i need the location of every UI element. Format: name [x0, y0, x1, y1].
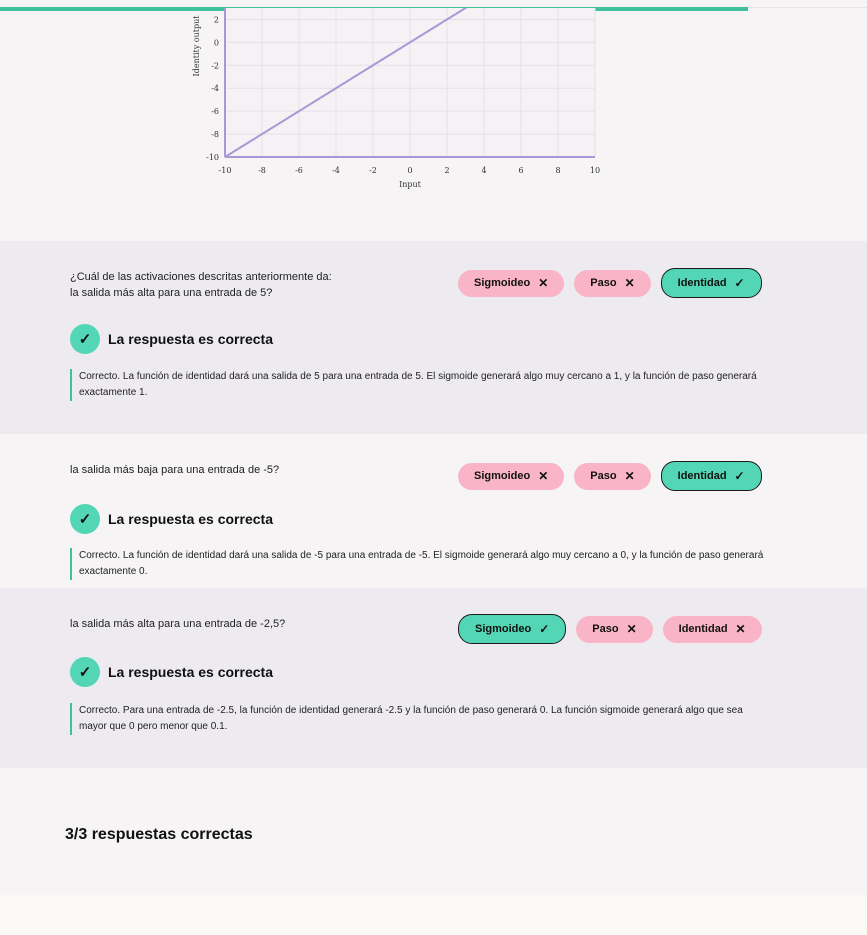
- option-label: Identidad: [678, 623, 728, 635]
- result-banner: ✓ La respuesta es correcta: [70, 504, 273, 534]
- question-line: ¿Cuál de las activaciones descritas ante…: [70, 271, 332, 283]
- question-prompt: la salida más alta para una entrada de -…: [70, 616, 285, 632]
- result-banner: ✓ La respuesta es correcta: [70, 657, 273, 687]
- x-tick-label: -8: [258, 166, 266, 175]
- question-prompt: la salida más baja para una entrada de -…: [70, 462, 279, 478]
- answer-options: Sigmoideo ✓ Paso ✕ Identidad ✕: [458, 614, 762, 644]
- option-sigmoideo[interactable]: Sigmoideo ✕: [458, 462, 565, 490]
- option-paso[interactable]: Paso ✕: [574, 462, 651, 490]
- x-tick-label: -6: [295, 166, 303, 175]
- x-tick-label: 6: [518, 166, 523, 175]
- result-text: La respuesta es correcta: [108, 664, 273, 680]
- identity-chart: -10 -8 -6 -4 -2 0 2 4 6 8 10 2 0 -2 -4 -6 -8 -10 Input Iden…: [192, 8, 600, 189]
- x-tick-label: -4: [332, 166, 340, 175]
- result-text: La respuesta es correcta: [108, 511, 273, 527]
- close-icon: ✕: [538, 276, 549, 290]
- close-icon: ✕: [624, 469, 635, 483]
- question-line: la salida más baja para una entrada de -…: [70, 464, 280, 476]
- x-tick-label: 4: [481, 166, 486, 175]
- check-circle-icon: ✓: [70, 504, 100, 534]
- option-paso[interactable]: Paso ✕: [574, 269, 651, 297]
- question-line: la salida más alta para una entrada de 5…: [70, 287, 273, 299]
- explanation: Correcto. La función de identidad dará u…: [70, 548, 769, 580]
- question-section-1: ¿Cuál de las activaciones descritas ante…: [0, 241, 867, 434]
- close-icon: ✕: [624, 276, 635, 290]
- y-tick-label: -2: [211, 61, 219, 70]
- question-section-2: la salida más baja para una entrada de -…: [0, 434, 867, 588]
- y-tick-label: 2: [214, 15, 219, 24]
- x-axis-label: Input: [399, 180, 422, 189]
- option-identidad[interactable]: Identidad ✓: [660, 461, 762, 491]
- y-tick-label: -6: [211, 107, 219, 116]
- x-tick-label: -10: [219, 166, 232, 175]
- option-label: Paso: [592, 623, 619, 635]
- y-tick-label: -8: [211, 130, 219, 139]
- option-label: Paso: [590, 470, 617, 482]
- option-label: Sigmoideo: [474, 277, 531, 289]
- option-identidad[interactable]: Identidad ✕: [662, 615, 762, 643]
- score-summary: 3/3 respuestas correctas: [65, 826, 253, 843]
- answer-options: Sigmoideo ✕ Paso ✕ Identidad ✓: [458, 461, 762, 491]
- result-text: La respuesta es correcta: [108, 331, 273, 347]
- check-icon: ✓: [539, 622, 550, 636]
- x-tick-label: 10: [590, 166, 600, 175]
- y-tick-label: -10: [206, 153, 219, 162]
- option-label: Sigmoideo: [474, 470, 531, 482]
- check-icon: ✓: [734, 469, 745, 483]
- option-label: Paso: [590, 277, 617, 289]
- option-label: Identidad: [677, 470, 727, 482]
- question-prompt: ¿Cuál de las activaciones descritas ante…: [70, 269, 332, 301]
- check-circle-icon: ✓: [70, 657, 100, 687]
- option-sigmoideo[interactable]: Sigmoideo ✕: [458, 269, 565, 297]
- question-section-3: la salida más alta para una entrada de -…: [0, 588, 867, 768]
- option-label: Sigmoideo: [475, 623, 532, 635]
- y-tick-label: -4: [211, 84, 219, 93]
- close-icon: ✕: [538, 469, 549, 483]
- score-section: 3/3 respuestas correctas: [0, 768, 867, 895]
- footer-area: [0, 895, 867, 935]
- x-tick-label: 8: [555, 166, 560, 175]
- close-icon: ✕: [626, 622, 637, 636]
- option-identidad[interactable]: Identidad ✓: [660, 268, 762, 298]
- y-tick-label: 0: [214, 38, 219, 47]
- option-paso[interactable]: Paso ✕: [576, 615, 653, 643]
- close-icon: ✕: [735, 622, 746, 636]
- explanation: Correcto. Para una entrada de -2.5, la f…: [70, 703, 769, 735]
- explanation: Correcto. La función de identidad dará u…: [70, 369, 769, 401]
- x-tick-label: -2: [369, 166, 377, 175]
- check-circle-icon: ✓: [70, 324, 100, 354]
- check-icon: ✓: [734, 276, 745, 290]
- x-tick-label: 2: [444, 166, 449, 175]
- question-line: la salida más alta para una entrada de -…: [70, 618, 286, 630]
- option-sigmoideo[interactable]: Sigmoideo ✓: [458, 614, 567, 644]
- x-tick-label: 0: [407, 166, 412, 175]
- answer-options: Sigmoideo ✕ Paso ✕ Identidad ✓: [458, 268, 762, 298]
- option-label: Identidad: [677, 277, 727, 289]
- y-axis-label: Identity output: [192, 15, 201, 77]
- result-banner: ✓ La respuesta es correcta: [70, 324, 273, 354]
